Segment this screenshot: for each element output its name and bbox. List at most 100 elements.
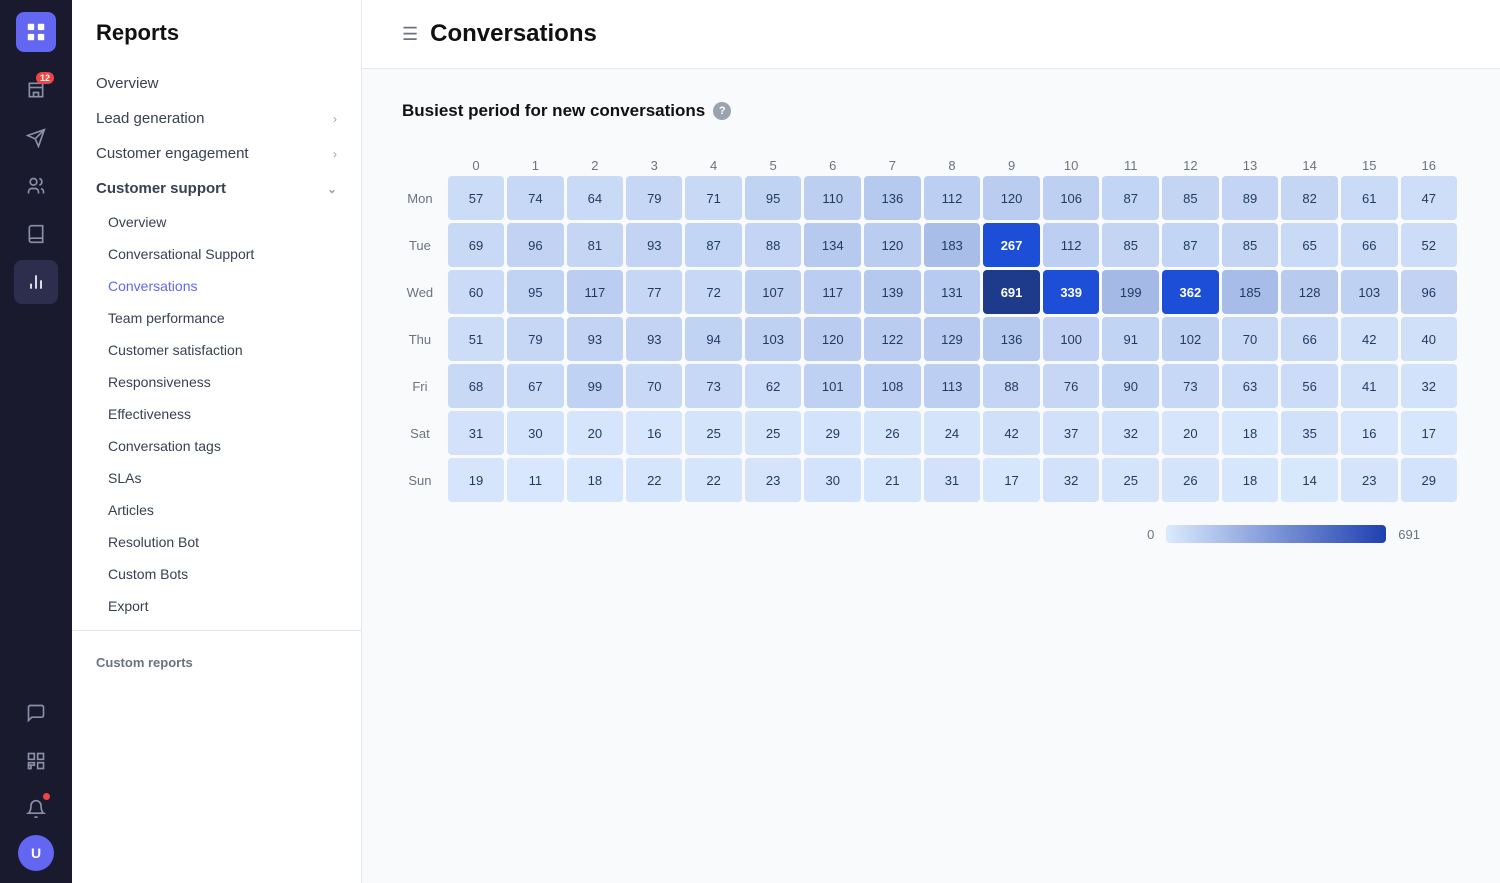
chevron-down-icon: ⌄ (327, 182, 337, 196)
nav-divider (72, 630, 361, 631)
heatmap-container: 012345678910111213141516Mon5774647971951… (402, 149, 1460, 505)
nav-customer-engagement[interactable]: Customer engagement › (72, 136, 361, 171)
nav-sub-conversations[interactable]: Conversations (72, 270, 361, 302)
nav-lead-generation[interactable]: Lead generation › (72, 101, 361, 136)
inbox-nav-icon[interactable]: 12 (14, 68, 58, 112)
send-nav-icon[interactable] (14, 116, 58, 160)
heat-cell: 42 (983, 411, 1040, 455)
left-navigation: Reports Overview Lead generation › Custo… (72, 0, 362, 883)
heat-cell: 102 (1162, 317, 1219, 361)
page-title: Conversations (430, 20, 597, 48)
app-logo[interactable] (16, 12, 56, 52)
section-title: Busiest period for new conversations ? (402, 101, 1460, 121)
nav-sub-custom-bots[interactable]: Custom Bots (72, 558, 361, 590)
heat-cell: 79 (626, 176, 682, 220)
info-icon[interactable]: ? (713, 102, 731, 120)
main-header: ☰ Conversations (362, 0, 1500, 69)
user-avatar[interactable]: U (18, 835, 54, 871)
heat-cell: 63 (1222, 364, 1279, 408)
heat-cell: 40 (1401, 317, 1457, 361)
heat-cell: 339 (1043, 270, 1100, 314)
heat-cell: 47 (1401, 176, 1457, 220)
reports-nav-icon[interactable] (14, 260, 58, 304)
heatmap-row: Tue6996819387881341201832671128587856566… (405, 223, 1457, 267)
heat-cell: 89 (1222, 176, 1279, 220)
heat-cell: 112 (924, 176, 981, 220)
nav-sub-overview[interactable]: Overview (72, 206, 361, 238)
legend-max: 691 (1398, 527, 1420, 542)
nav-sub-articles[interactable]: Articles (72, 494, 361, 526)
bell-nav-icon[interactable] (14, 787, 58, 831)
knowledge-nav-icon[interactable] (14, 212, 58, 256)
heat-cell: 117 (804, 270, 861, 314)
hour-label: 15 (1341, 152, 1398, 173)
nav-sub-csat[interactable]: Customer satisfaction (72, 334, 361, 366)
heat-cell: 96 (507, 223, 563, 267)
sidebar-bottom: U (14, 691, 58, 871)
heat-cell: 56 (1281, 364, 1338, 408)
nav-sub-responsiveness[interactable]: Responsiveness (72, 366, 361, 398)
nav-sub-effectiveness[interactable]: Effectiveness (72, 398, 361, 430)
hour-label: 9 (983, 152, 1040, 173)
hour-label: 14 (1281, 152, 1338, 173)
hour-label: 1 (507, 152, 563, 173)
heat-cell: 81 (567, 223, 624, 267)
apps-nav-icon[interactable] (14, 739, 58, 783)
contacts-nav-icon[interactable] (14, 164, 58, 208)
heat-cell: 19 (448, 458, 504, 502)
hour-label: 10 (1043, 152, 1100, 173)
heatmap-row: Sun1911182222233021311732252618142329 (405, 458, 1457, 502)
heat-cell: 68 (448, 364, 504, 408)
heat-cell: 26 (864, 411, 921, 455)
day-label: Sat (405, 411, 445, 455)
heat-cell: 70 (626, 364, 682, 408)
heat-cell: 103 (745, 317, 802, 361)
heat-cell: 107 (745, 270, 802, 314)
heat-cell: 87 (1102, 176, 1159, 220)
heat-cell: 69 (448, 223, 504, 267)
heat-cell: 72 (685, 270, 741, 314)
heat-cell: 120 (804, 317, 861, 361)
nav-sub-slas[interactable]: SLAs (72, 462, 361, 494)
nav-sub-export[interactable]: Export (72, 590, 361, 622)
heat-cell: 106 (1043, 176, 1100, 220)
nav-sub-conv-tags[interactable]: Conversation tags (72, 430, 361, 462)
heat-cell: 77 (626, 270, 682, 314)
main-content: ☰ Conversations Busiest period for new c… (362, 0, 1500, 883)
heat-cell: 113 (924, 364, 981, 408)
nav-sub-resolution-bot[interactable]: Resolution Bot (72, 526, 361, 558)
heat-cell: 91 (1102, 317, 1159, 361)
heat-cell: 93 (626, 317, 682, 361)
heat-cell: 88 (745, 223, 802, 267)
heat-cell: 129 (924, 317, 981, 361)
day-label: Sun (405, 458, 445, 502)
custom-reports-label: Custom reports (72, 639, 361, 678)
heat-cell: 108 (864, 364, 921, 408)
heat-cell: 94 (685, 317, 741, 361)
heat-cell: 62 (745, 364, 802, 408)
nav-customer-support[interactable]: Customer support ⌄ (72, 171, 361, 206)
heat-cell: 87 (685, 223, 741, 267)
heatmap-row: Wed6095117777210711713913169133919936218… (405, 270, 1457, 314)
hour-label: 5 (745, 152, 802, 173)
heat-cell: 112 (1043, 223, 1100, 267)
nav-sub-conv-support[interactable]: Conversational Support (72, 238, 361, 270)
heat-cell: 22 (685, 458, 741, 502)
heat-cell: 96 (1401, 270, 1457, 314)
heat-cell: 20 (1162, 411, 1219, 455)
chevron-icon: › (333, 112, 337, 126)
hour-label: 0 (448, 152, 504, 173)
heat-cell: 101 (804, 364, 861, 408)
heat-cell: 74 (507, 176, 563, 220)
heat-cell: 64 (567, 176, 624, 220)
nav-sub-team-perf[interactable]: Team performance (72, 302, 361, 334)
heat-cell: 85 (1162, 176, 1219, 220)
heatmap-row: Thu5179939394103120122129136100911027066… (405, 317, 1457, 361)
heat-cell: 362 (1162, 270, 1219, 314)
nav-overview[interactable]: Overview (72, 66, 361, 101)
heat-cell: 120 (983, 176, 1040, 220)
messages-nav-icon[interactable] (14, 691, 58, 735)
heat-cell: 79 (507, 317, 563, 361)
hamburger-icon[interactable]: ☰ (402, 24, 418, 45)
heat-cell: 120 (864, 223, 921, 267)
